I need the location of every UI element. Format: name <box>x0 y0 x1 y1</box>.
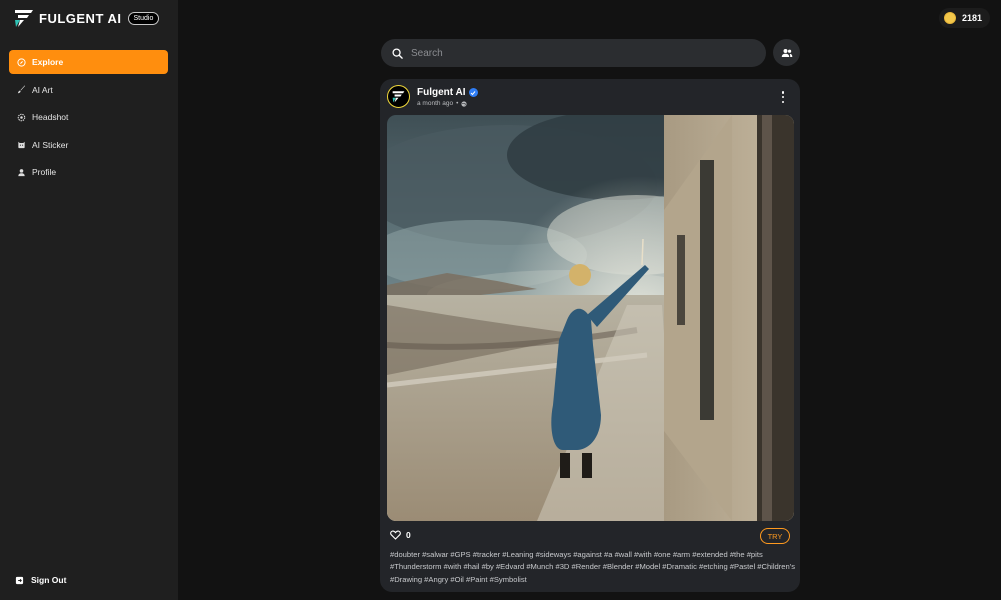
friends-button[interactable] <box>773 39 800 66</box>
coin-amount: 2181 <box>961 13 982 23</box>
avatar[interactable] <box>387 85 410 108</box>
sign-out-icon <box>14 575 24 585</box>
verified-badge-icon <box>468 88 478 97</box>
brush-icon <box>16 85 26 95</box>
coin-icon <box>943 12 956 24</box>
sidebar-item-headshot[interactable]: Headshot <box>9 105 168 129</box>
post-meta: a month ago • <box>417 100 468 107</box>
coin-balance[interactable]: 2181 <box>938 8 990 28</box>
sidebar-item-label: Explore <box>32 57 64 67</box>
compass-icon <box>16 57 26 67</box>
more-options-button[interactable] <box>780 91 786 103</box>
sidebar-item-profile[interactable]: Profile <box>9 160 168 184</box>
sidebar-nav: Explore AI Art Headshot AI Sticker Profi… <box>9 50 168 188</box>
globe-icon <box>461 100 468 107</box>
fulgent-logo-icon <box>15 10 33 27</box>
sign-out-button[interactable]: Sign Out <box>14 575 66 585</box>
artwork-image <box>387 115 794 521</box>
like-count: 0 <box>406 530 411 540</box>
post-image[interactable] <box>387 115 794 521</box>
sidebar: FULGENT AI Studio Explore AI Art Headsho… <box>0 0 178 600</box>
search-bar[interactable] <box>381 39 766 67</box>
sidebar-item-label: AI Art <box>32 84 53 95</box>
fulgent-logo-icon <box>392 91 405 103</box>
post-author[interactable]: Fulgent AI <box>417 87 478 98</box>
more-dot <box>781 95 785 99</box>
more-dot <box>781 100 785 103</box>
post-time: a month ago <box>417 100 454 107</box>
author-name: Fulgent AI <box>417 87 466 98</box>
sidebar-item-label: AI Sticker <box>32 139 69 150</box>
heart-icon <box>390 530 401 540</box>
brand[interactable]: FULGENT AI Studio <box>14 8 160 28</box>
like-button[interactable]: 0 <box>390 530 411 540</box>
post-card: Fulgent AI a month ago • 0 TRY #doubter … <box>380 79 800 592</box>
more-dot <box>781 91 785 94</box>
sidebar-item-label: Profile <box>32 167 57 177</box>
sidebar-item-ai-sticker[interactable]: AI Sticker <box>9 133 168 157</box>
sidebar-item-explore[interactable]: Explore <box>9 50 168 74</box>
meta-separator: • <box>456 100 459 107</box>
sidebar-item-label: Headshot <box>32 112 69 122</box>
sidebar-item-ai-art[interactable]: AI Art <box>9 78 168 102</box>
search-icon <box>392 47 403 59</box>
studio-badge: Studio <box>127 11 160 25</box>
headshot-icon <box>16 112 26 122</box>
person-icon <box>16 167 26 177</box>
sticker-icon <box>16 140 26 150</box>
brand-name: FULGENT AI <box>39 10 122 26</box>
post-hashtags: #doubter #salwar #GPS #tracker #Leaning … <box>390 550 795 584</box>
people-icon <box>781 48 792 57</box>
try-button[interactable]: TRY <box>760 528 790 544</box>
sign-out-label: Sign Out <box>31 575 67 585</box>
search-input[interactable] <box>411 47 766 59</box>
app-root: FULGENT AI Studio Explore AI Art Headsho… <box>0 0 1001 600</box>
